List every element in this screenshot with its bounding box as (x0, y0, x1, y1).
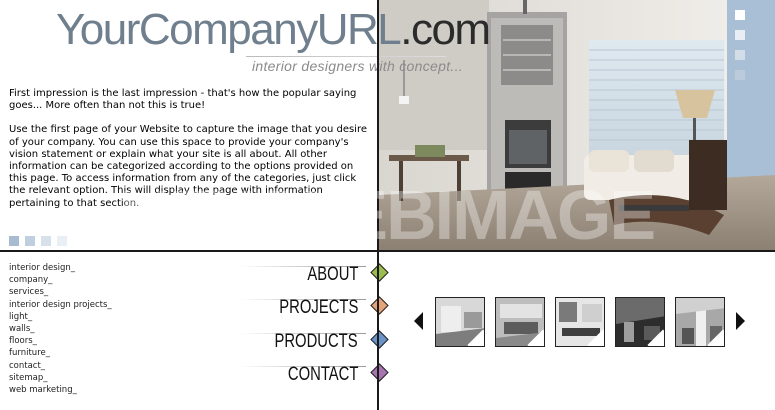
nav-projects[interactable]: PROJECTS (220, 289, 390, 322)
intro-paragraph-1: First impression is the last impression … (9, 88, 357, 112)
square-icon (735, 30, 745, 40)
decorative-squares-left (9, 231, 73, 250)
link-contact[interactable]: contact_ (9, 360, 112, 372)
square-icon (57, 236, 67, 246)
triangle-right-icon[interactable] (736, 312, 745, 330)
nav-products-label: PRODUCTS (274, 330, 358, 352)
link-light[interactable]: light_ (9, 311, 112, 323)
decorative-squares-right (735, 10, 747, 90)
square-icon (735, 10, 745, 20)
link-web-marketing[interactable]: web marketing_ (9, 384, 112, 396)
watermark-text: NEWWEBIMAGE (120, 176, 656, 254)
logo-main-text: YourCompanyURL (56, 5, 402, 54)
nav-projects-label: PROJECTS (278, 297, 358, 319)
diamond-icon (370, 329, 389, 349)
thumbnail-5[interactable] (675, 297, 725, 347)
thumbnail-image (496, 298, 544, 346)
nav-about[interactable]: ABOUT (220, 256, 390, 289)
link-furniture[interactable]: furniture_ (9, 347, 112, 359)
square-icon (735, 70, 745, 80)
nav-contact[interactable]: CONTACT (220, 356, 390, 389)
link-services[interactable]: services_ (9, 286, 112, 298)
diamond-icon (370, 296, 389, 315)
text-link-list: interior design_ company_ services_ inte… (9, 262, 112, 396)
square-icon (41, 236, 51, 246)
thumbnail-image (676, 298, 724, 346)
diamond-icon (370, 363, 389, 382)
thumbnail-1[interactable] (435, 297, 485, 347)
link-walls[interactable]: walls_ (9, 323, 112, 335)
bottom-section: interior design_ company_ services_ inte… (0, 252, 775, 410)
thumbnail-image (616, 298, 664, 346)
diamond-icon (370, 263, 389, 282)
triangle-left-icon[interactable] (414, 312, 423, 330)
link-company[interactable]: company_ (9, 274, 112, 286)
link-floors[interactable]: floors_ (9, 335, 112, 347)
thumbnail-image (436, 298, 484, 346)
tagline: interior designers with concept... (252, 58, 463, 74)
nav-contact-label: CONTACT (287, 363, 358, 385)
horizontal-divider (0, 250, 775, 252)
square-icon (25, 236, 35, 246)
link-interior-design-projects[interactable]: interior design projects_ (9, 299, 112, 311)
logo-suffix-text: .com (400, 5, 491, 54)
nav-about-label: ABOUT (306, 264, 358, 285)
nav-products[interactable]: PRODUCTS (220, 323, 390, 356)
main-navigation: ABOUT PROJECTS PRODUCTS CONTACT (220, 256, 390, 389)
vertical-divider-bottom (377, 252, 379, 410)
square-icon (735, 50, 745, 60)
top-section: YourCompanyURL.com interior designers wi… (0, 0, 775, 250)
link-sitemap[interactable]: sitemap_ (9, 372, 112, 384)
company-logo[interactable]: YourCompanyURL.com (56, 2, 491, 58)
square-icon (9, 236, 19, 246)
thumbnail-4[interactable] (615, 297, 665, 347)
thumbnail-image (556, 298, 604, 346)
link-interior-design[interactable]: interior design_ (9, 262, 112, 274)
thumbnail-2[interactable] (495, 297, 545, 347)
thumbnail-3[interactable] (555, 297, 605, 347)
